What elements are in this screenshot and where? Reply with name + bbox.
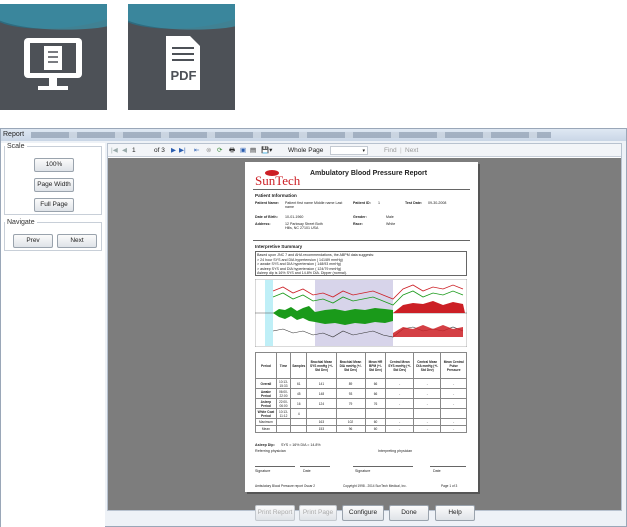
next-button[interactable]: Next [57,234,97,248]
table-row: Asleep Period 22:00-06:00 16 124 79 76 --- [255,398,467,409]
report-viewer: |◀ ◀ 1 of 3 ▶ ▶| ⇤ ⊗ ⟳ 🖶 ▣ ▤ 💾▾ Whole Pa… [107,143,622,511]
stop-icon[interactable]: ⊗ [206,144,211,157]
table-row: Awake Period 06:00-22:00 45 148 93 66 --- [255,388,467,399]
print-layout-icon[interactable]: ▣ [240,144,246,157]
help-button[interactable]: Help [435,505,475,521]
navigate-legend: Navigate [7,219,35,226]
scale-100-button[interactable]: 100% [34,158,74,172]
window-title: Report [3,131,25,138]
find-link[interactable]: Find [384,144,397,157]
bp-trend-chart [255,279,467,347]
last-page-icon[interactable]: ▶| [179,144,186,157]
zoom-dropdown-arrow-icon[interactable]: ▾ [330,146,368,155]
interpreting-physician-label: Interpreting physician [378,449,413,453]
scale-group: Scale 100% Page Width Full Page [4,143,102,215]
logo-text: SunTech [255,173,301,188]
report-page: SunTech Ambulatory Blood Pressure Report… [245,162,478,492]
scale-legend: Scale [7,143,25,150]
suntech-logo: SunTech [255,170,301,188]
table-row: Maximum 163 102 60 --- [255,418,467,426]
page-count-label: of 3 [154,147,165,154]
footer-page-number: Page 1 of 3 [441,484,458,488]
find-next-link[interactable]: Next [405,144,418,157]
page-setup-icon[interactable]: ▤ [250,144,256,157]
pdf-export-tile[interactable]: PDF [128,4,235,110]
viewer-toolbar: |◀ ◀ 1 of 3 ▶ ▶| ⇤ ⊗ ⟳ 🖶 ▣ ▤ 💾▾ Whole Pa… [108,144,621,157]
pdf-file-icon [166,36,200,90]
stats-table: Period Time Samples Brachial Mean SYS mmHg… [255,352,467,433]
table-row: Overall 10:13-15:33 61 141 89 66 --- [255,378,467,389]
first-page-icon[interactable]: |◀ [111,144,118,157]
configure-button[interactable]: Configure [342,505,384,521]
full-page-button[interactable]: Full Page [34,198,74,212]
refresh-icon[interactable]: ⟳ [217,144,222,157]
print-page-button[interactable]: Print Page [299,505,337,521]
print-report-button[interactable]: Print Report [255,505,295,521]
patient-name-value: Patient first name Middle name Last name [285,201,343,209]
interpretive-summary-heading: Interpretive Summary [255,244,303,249]
table-header-row: Period Time Samples Brachial Mean SYS mmHg… [255,352,467,379]
page-number-input[interactable]: 1 [132,144,136,157]
referring-physician-label: Referring physician [255,449,286,453]
prev-page-icon[interactable]: ◀ [122,144,127,157]
interpretive-summary-box: Based upon JNC 7 and AHA recommendations… [255,251,467,276]
print-icon[interactable]: 🖶 [229,144,235,157]
patient-info-heading: Patient Information [255,193,297,198]
navigate-group: Navigate Prev Next [4,219,102,251]
monitor-document-tile[interactable] [0,4,107,110]
table-row: Mean 153 96 60 --- [255,425,467,433]
left-panel: Scale 100% Page Width Full Page Navigate… [1,143,105,527]
monitor-document-icon [24,38,82,90]
report-canvas: SunTech Ambulatory Blood Pressure Report… [108,158,621,510]
report-window: Report Scale 100% Page Width Full Page N… [0,128,627,527]
report-title: Ambulatory Blood Pressure Report [310,170,428,177]
window-titlebar: Report [1,129,626,141]
next-page-icon[interactable]: ▶ [171,144,176,157]
page-width-button[interactable]: Page Width [34,178,74,192]
back-icon[interactable]: ⇤ [194,144,199,157]
export-icon[interactable]: 💾▾ [261,144,272,157]
zoom-select[interactable]: Whole Page [288,144,323,157]
pdf-label: PDF [170,68,197,83]
table-row: White Coat Period 10:13-11:12 4 [255,408,467,419]
prev-button[interactable]: Prev [13,234,53,248]
blurred-tab-strip [31,132,551,138]
asleep-dip-value: SYS = 16% DIA = 14.8% [281,443,321,447]
footer-left: Ambulatory Blood Pressure report Oscar 2 [255,484,316,488]
done-button[interactable]: Done [389,505,429,521]
footer-copyright: Copyright 1998 - 2014 SunTech Medical, I… [343,484,407,488]
